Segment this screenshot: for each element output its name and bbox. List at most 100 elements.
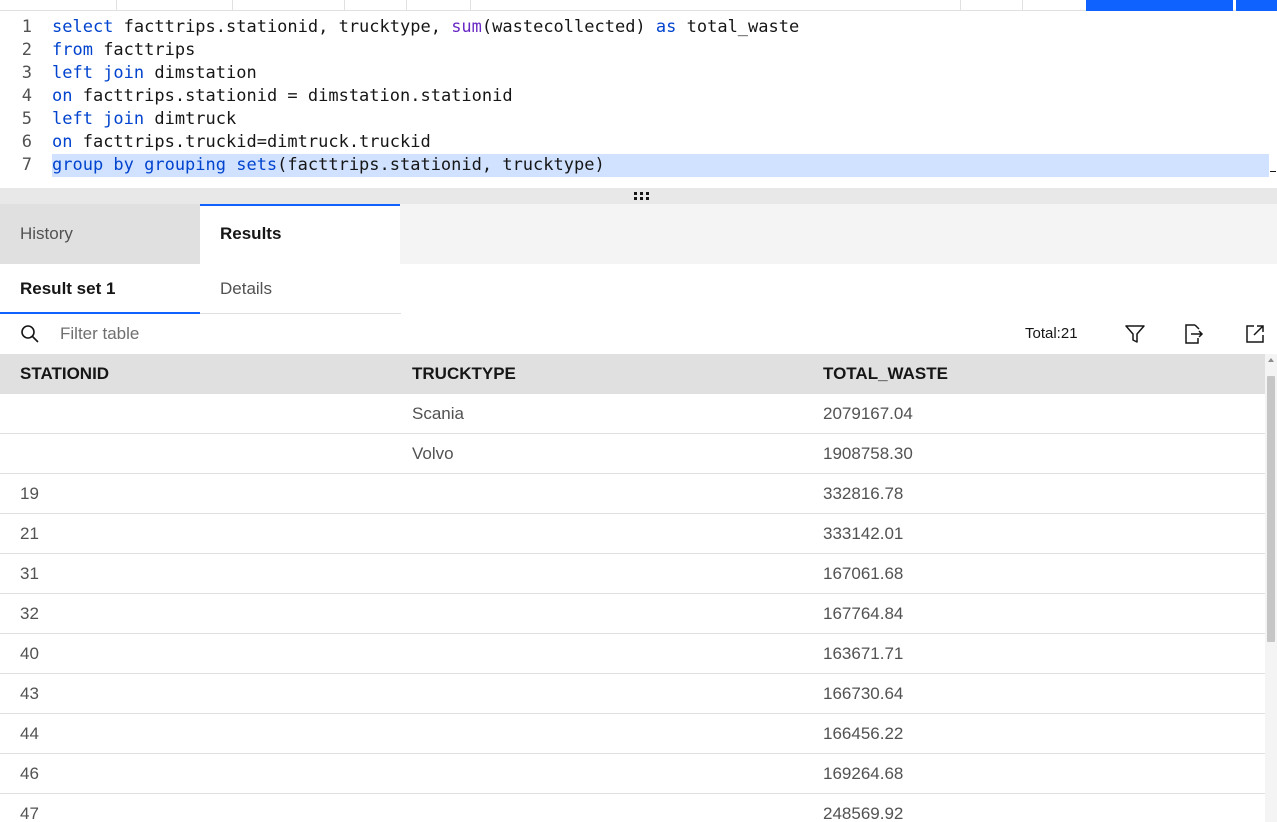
sql-text: (facttrips.stationid, trucktype) [277, 155, 605, 175]
line-number: 1 [21, 17, 32, 37]
export-icon[interactable] [1182, 323, 1204, 345]
cell-stationid: 44 [20, 724, 39, 743]
cell-trucktype: Volvo [412, 444, 454, 463]
cell-stationid: 31 [20, 564, 39, 583]
line-number: 5 [21, 109, 32, 129]
code-text: left join dimtruck [52, 108, 236, 131]
sql-editor[interactable]: 1 select facttrips.stationid, trucktype, … [0, 11, 1277, 188]
toolbar-divider [406, 0, 407, 11]
tab-results[interactable]: Results [200, 204, 400, 264]
sql-text: dimtruck [144, 109, 237, 129]
cell-stationid: 43 [20, 684, 39, 703]
sql-keyword: select [52, 17, 114, 37]
tab-details[interactable]: Details [200, 264, 401, 314]
cell-total-waste: 1908758.30 [823, 444, 913, 463]
sql-text: (wastecollected) [481, 17, 656, 37]
code-line[interactable]: 6 on facttrips.truckid=dimtruck.truckid [0, 131, 1277, 154]
sql-text: facttrips.truckid=dimtruck.truckid [72, 132, 431, 152]
table-row[interactable]: 32 167764.84 [0, 594, 1265, 634]
table-row[interactable]: 21 333142.01 [0, 514, 1265, 554]
sql-text: facttrips.stationid = dimstation.station… [72, 86, 513, 106]
search-icon [21, 325, 39, 343]
table-row[interactable]: 43 166730.64 [0, 674, 1265, 714]
cell-total-waste: 163671.71 [823, 644, 904, 663]
run-options-button[interactable] [1236, 0, 1277, 11]
code-line[interactable]: 3 left join dimstation [0, 62, 1277, 85]
results-table: STATIONID TRUCKTYPE TOTAL_WASTE Scania 20… [0, 354, 1265, 822]
cell-total-waste: 248569.92 [823, 804, 904, 822]
cell-total-waste: 169264.68 [823, 764, 904, 783]
cell-stationid: 19 [20, 484, 39, 503]
scroll-up-arrow[interactable] [1268, 358, 1274, 362]
toolbar-divider [1022, 0, 1023, 11]
code-text: on facttrips.truckid=dimtruck.truckid [52, 131, 431, 154]
table-row[interactable]: 19 332816.78 [0, 474, 1265, 514]
table-header: STATIONID TRUCKTYPE TOTAL_WASTE [0, 354, 1265, 394]
code-line[interactable]: 2 from facttrips [0, 39, 1277, 62]
sql-keyword: from [52, 40, 93, 60]
launch-icon[interactable] [1244, 323, 1266, 345]
scrollbar-thumb[interactable] [1267, 376, 1275, 642]
table-row[interactable]: Scania 2079167.04 [0, 394, 1265, 434]
code-text: left join dimstation [52, 62, 257, 85]
cell-total-waste: 166456.22 [823, 724, 904, 743]
table-row[interactable]: 46 169264.68 [0, 754, 1265, 794]
toolbar [0, 0, 1277, 11]
cell-trucktype: Scania [412, 404, 464, 423]
toolbar-divider [232, 0, 233, 11]
code-line[interactable]: 5 left join dimtruck [0, 108, 1277, 131]
line-number: 6 [21, 132, 32, 152]
code-line[interactable]: 7 group by grouping sets(facttrips.statio… [0, 154, 1277, 177]
run-button[interactable] [1086, 0, 1233, 11]
table-row[interactable]: 40 163671.71 [0, 634, 1265, 674]
cell-total-waste: 167061.68 [823, 564, 904, 583]
cell-total-waste: 2079167.04 [823, 404, 913, 423]
table-row[interactable]: 44 166456.22 [0, 714, 1265, 754]
pane-splitter[interactable] [0, 188, 1277, 204]
sql-text: dimstation [144, 63, 257, 83]
toolbar-divider [344, 0, 345, 11]
column-header-total-waste[interactable]: TOTAL_WASTE [823, 354, 948, 394]
sql-keyword: as [655, 17, 677, 37]
sql-keyword: left join [52, 109, 145, 129]
tab-history[interactable]: History [0, 204, 200, 264]
sql-text: facttrips [92, 40, 196, 60]
result-subtabs: Result set 1 Details [0, 264, 1277, 314]
cell-total-waste: 166730.64 [823, 684, 904, 703]
sql-keyword: group by grouping sets [52, 155, 278, 175]
toolbar-divider [960, 0, 961, 11]
code-line[interactable]: 1 select facttrips.stationid, trucktype, … [0, 16, 1277, 39]
column-header-stationid[interactable]: STATIONID [20, 354, 109, 394]
result-tabs: History Results [0, 204, 1277, 264]
line-number: 2 [21, 40, 32, 60]
table-scrollbar[interactable] [1265, 354, 1277, 822]
code-text: on facttrips.stationid = dimstation.stat… [52, 85, 513, 108]
sql-keyword: left join [52, 63, 145, 83]
table-row[interactable]: 47 248569.92 [0, 794, 1265, 822]
cell-stationid: 32 [20, 604, 39, 623]
sql-keyword: on [52, 86, 73, 106]
tab-result-set-1[interactable]: Result set 1 [0, 264, 200, 314]
cell-stationid: 46 [20, 764, 39, 783]
cell-stationid: 47 [20, 804, 39, 822]
cell-stationid: 21 [20, 524, 39, 543]
cell-stationid: 40 [20, 644, 39, 663]
cell-total-waste: 167764.84 [823, 604, 904, 623]
toolbar-divider [470, 0, 471, 11]
sql-text: facttrips.stationid, trucktype, [113, 17, 452, 37]
filter-icon[interactable] [1124, 323, 1146, 345]
column-header-trucktype[interactable]: TRUCKTYPE [412, 354, 516, 394]
table-row[interactable]: Volvo 1908758.30 [0, 434, 1265, 474]
code-text: from facttrips [52, 39, 195, 62]
line-number: 7 [21, 155, 32, 175]
sql-keyword: on [52, 132, 73, 152]
sql-function: sum [451, 17, 482, 37]
cell-total-waste: 333142.01 [823, 524, 904, 543]
drag-handle-icon[interactable] [634, 192, 650, 201]
line-number: 4 [21, 86, 32, 106]
filter-table-input[interactable] [50, 318, 450, 350]
sql-text: total_waste [676, 17, 800, 37]
code-line[interactable]: 4 on facttrips.stationid = dimstation.sta… [0, 85, 1277, 108]
table-row[interactable]: 31 167061.68 [0, 554, 1265, 594]
total-count: Total:21 [1025, 325, 1078, 342]
